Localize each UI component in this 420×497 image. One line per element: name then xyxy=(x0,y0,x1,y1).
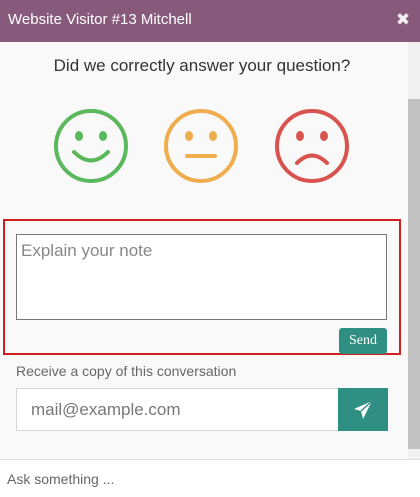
chat-window-header: Website Visitor #13 Mitchell ✖ xyxy=(0,0,420,42)
rating-question: Did we correctly answer your question? xyxy=(53,56,351,75)
transcript-label: Receive a copy of this conversation xyxy=(16,363,237,379)
scrollbar-thumb[interactable] xyxy=(408,99,420,449)
chat-title: Website Visitor #13 Mitchell xyxy=(8,11,192,28)
email-input[interactable] xyxy=(16,388,338,431)
scrollbar[interactable] xyxy=(408,42,420,459)
happy-face-icon[interactable] xyxy=(52,107,130,185)
send-note-button[interactable]: Send xyxy=(339,328,387,354)
paper-plane-icon xyxy=(354,399,373,419)
send-transcript-button[interactable] xyxy=(338,388,388,431)
sad-face-icon[interactable] xyxy=(273,107,351,185)
note-textarea[interactable] xyxy=(16,234,387,320)
neutral-face-icon[interactable] xyxy=(162,107,240,185)
close-icon[interactable]: ✖ xyxy=(392,9,414,31)
composer-bar xyxy=(0,459,420,497)
message-input[interactable] xyxy=(7,468,407,490)
